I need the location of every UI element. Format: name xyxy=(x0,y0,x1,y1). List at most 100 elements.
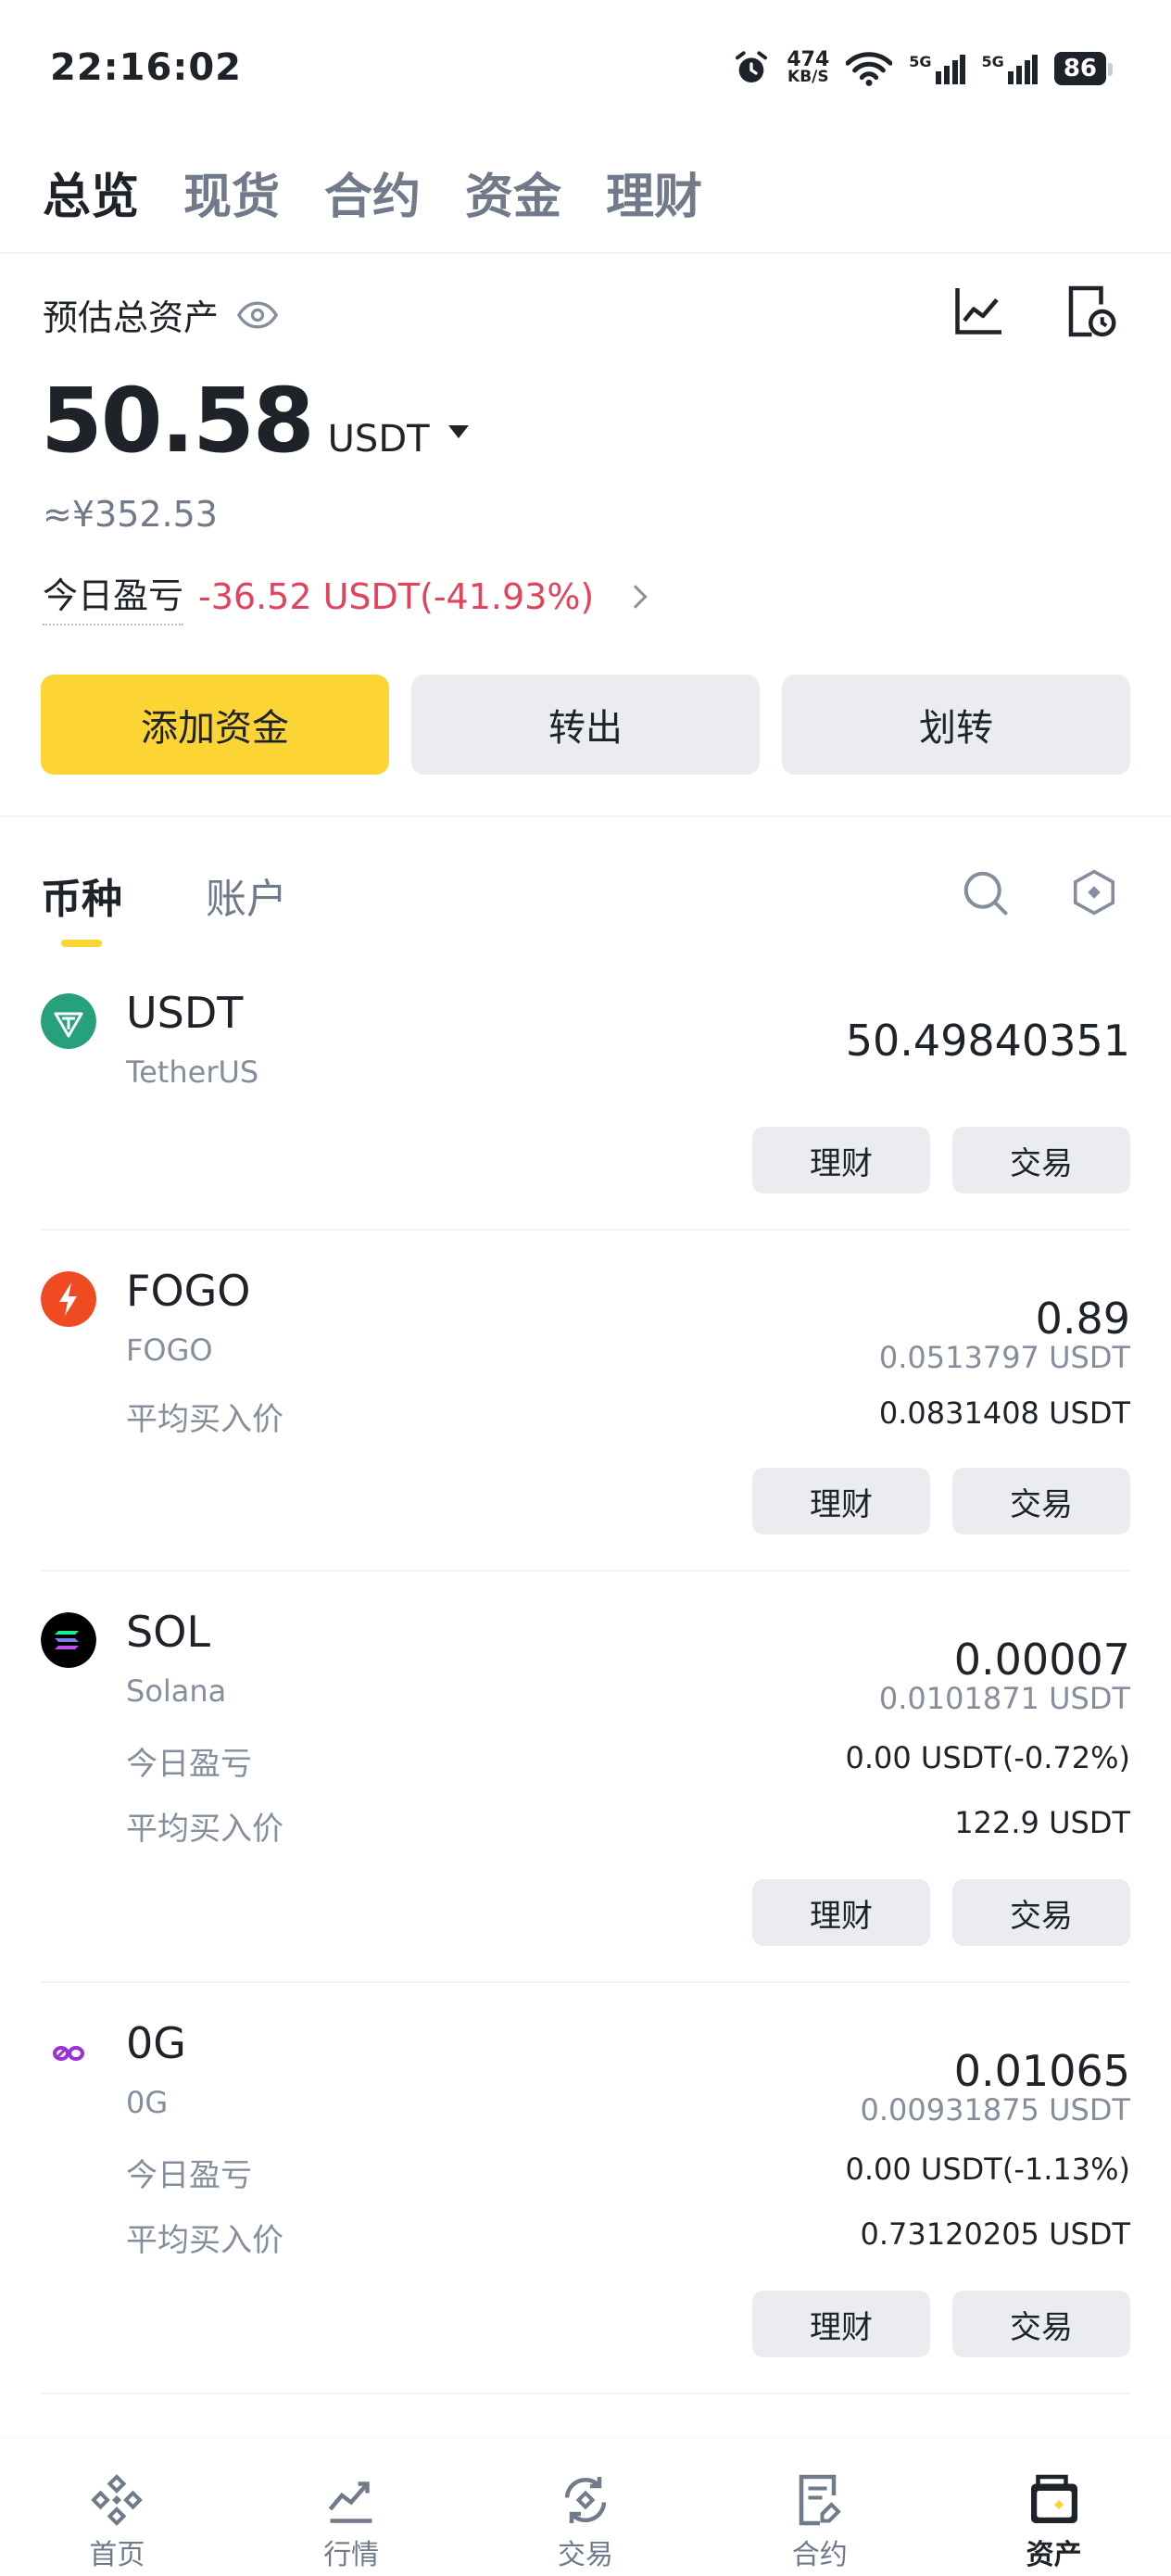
earn-button[interactable]: 理财 xyxy=(752,1127,930,1193)
trade-button[interactable]: 交易 xyxy=(952,1468,1130,1534)
battery-icon: 86 xyxy=(1053,52,1114,85)
cny-equivalent: ≈¥352.53 xyxy=(43,494,218,535)
chart-icon[interactable] xyxy=(951,284,1006,339)
nav-assets[interactable]: 资产 xyxy=(937,2439,1171,2576)
add-funds-button[interactable]: 添加资金 xyxy=(41,675,389,775)
balance-row: 50.58 USDT xyxy=(41,369,469,473)
asset-name: 0G xyxy=(126,2085,169,2120)
today-pnl-label: 今日盈亏 xyxy=(43,567,184,625)
asset-amount: 0.89 xyxy=(1035,1294,1130,1344)
asset-value-usdt: 0.00931875 USDT xyxy=(860,2092,1131,2128)
avg-buy-price-value: 122.9 USDT xyxy=(954,1805,1130,1840)
asset-name: Solana xyxy=(126,1673,227,1709)
asset-actions: 理财 交易 xyxy=(752,2291,1130,2357)
history-icon[interactable] xyxy=(1062,284,1117,339)
avg-buy-price-value: 0.73120205 USDT xyxy=(860,2216,1131,2252)
nav-trade[interactable]: 交易 xyxy=(469,2439,703,2576)
tab-overview[interactable]: 总览 xyxy=(43,158,139,227)
status-bar: 22:16:02 474 KB/S 5G 5G 86 xyxy=(0,0,1171,139)
divider xyxy=(41,1981,1130,1983)
avg-buy-price-label: 平均买入价 xyxy=(126,1401,283,1438)
action-buttons: 添加资金 转出 划转 xyxy=(41,675,1130,775)
fogo-logo-icon xyxy=(41,1271,96,1327)
divider xyxy=(0,815,1171,817)
chevron-right-icon xyxy=(623,584,648,609)
balance-unit[interactable]: USDT xyxy=(328,418,430,461)
avg-buy-price-value: 0.0831408 USDT xyxy=(878,1395,1130,1431)
asset-row-fogo[interactable]: FOGO FOGO 0.89 0.0513797 USDT 平均买入价 0.08… xyxy=(41,1266,1130,1544)
today-pnl-value: -36.52 USDT(-41.93%) xyxy=(198,575,595,617)
earn-button[interactable]: 理财 xyxy=(752,2291,930,2357)
alarm-icon xyxy=(736,51,768,82)
asset-value-usdt: 0.0513797 USDT xyxy=(878,1340,1130,1375)
today-pnl-value: 0.00 USDT(-1.13%) xyxy=(845,2152,1130,2187)
avg-buy-price-label: 平均买入价 xyxy=(126,1811,283,1848)
wifi-icon xyxy=(846,52,893,86)
asset-symbol: 0G xyxy=(126,2018,186,2068)
list-tools xyxy=(960,867,1119,917)
trade-button[interactable]: 交易 xyxy=(952,1879,1130,1946)
asset-value-usdt: 0.0101871 USDT xyxy=(878,1681,1130,1716)
eye-icon[interactable] xyxy=(237,301,279,329)
0g-logo-icon xyxy=(41,2024,96,2079)
search-icon[interactable] xyxy=(960,867,1010,917)
today-pnl-label: 今日盈亏 xyxy=(126,2157,252,2194)
trade-icon xyxy=(564,2477,607,2523)
asset-row-usdt[interactable]: USDT TetherUS 50.49840351 理财 交易 xyxy=(41,988,1130,1210)
earn-button[interactable]: 理财 xyxy=(752,1879,930,1946)
asset-name: FOGO xyxy=(126,1332,213,1368)
trade-button[interactable]: 交易 xyxy=(952,1127,1130,1193)
tab-coins[interactable]: 币种 xyxy=(41,865,122,947)
asset-symbol: FOGO xyxy=(126,1266,251,1316)
earn-button[interactable]: 理财 xyxy=(752,1468,930,1534)
asset-actions: 理财 交易 xyxy=(752,1879,1130,1946)
sub-tabs: 币种 账户 xyxy=(41,865,287,947)
asset-name: TetherUS xyxy=(126,1054,259,1090)
estimated-total-label: 预估总资产 xyxy=(43,289,279,340)
wallet-icon xyxy=(1030,2474,1077,2523)
net-speed: 474 KB/S xyxy=(787,48,830,86)
avg-buy-price-label: 平均买入价 xyxy=(126,2222,283,2259)
tab-accounts[interactable]: 账户 xyxy=(206,865,287,925)
status-icons: 474 KB/S 5G 5G 86 xyxy=(733,44,1114,93)
divider xyxy=(41,2393,1130,2394)
asset-amount: 50.49840351 xyxy=(845,1016,1130,1066)
asset-actions: 理财 交易 xyxy=(752,1468,1130,1534)
usdt-logo-icon xyxy=(41,993,96,1049)
header-actions xyxy=(951,284,1117,339)
asset-row-sol[interactable]: SOL Solana 0.00007 0.0101871 USDT 今日盈亏 0… xyxy=(41,1607,1130,1950)
top-tabs: 总览 现货 合约 资金 理财 xyxy=(43,158,702,227)
trade-button[interactable]: 交易 xyxy=(952,2291,1130,2357)
today-pnl-value: 0.00 USDT(-0.72%) xyxy=(845,1740,1130,1775)
nav-markets[interactable]: 行情 xyxy=(234,2439,469,2576)
signal-icon-2: 5G xyxy=(982,53,1038,84)
tab-spot[interactable]: 现货 xyxy=(183,158,280,227)
nav-futures[interactable]: 合约 xyxy=(702,2439,937,2576)
asset-symbol: SOL xyxy=(126,1607,211,1657)
asset-symbol: USDT xyxy=(126,988,244,1038)
solana-logo-icon xyxy=(41,1612,96,1668)
asset-actions: 理财 交易 xyxy=(752,1127,1130,1193)
bottom-nav: 首页 行情 交易 合约 资产 xyxy=(0,2439,1171,2576)
today-pnl-label: 今日盈亏 xyxy=(126,1746,252,1783)
status-time: 22:16:02 xyxy=(50,46,242,89)
asset-row-0g[interactable]: 0G 0G 0.01065 0.00931875 USDT 今日盈亏 0.00 … xyxy=(41,2018,1130,2370)
tab-funding[interactable]: 资金 xyxy=(465,158,561,227)
home-icon xyxy=(91,2474,144,2526)
withdraw-button[interactable]: 转出 xyxy=(411,675,760,775)
divider xyxy=(41,1570,1130,1572)
tab-earn[interactable]: 理财 xyxy=(606,158,702,227)
tab-futures[interactable]: 合约 xyxy=(324,158,421,227)
transfer-button[interactable]: 划转 xyxy=(782,675,1130,775)
total-balance: 50.58 xyxy=(41,369,315,473)
asset-amount: 0.01065 xyxy=(953,2046,1130,2096)
divider xyxy=(0,252,1171,254)
asset-amount: 0.00007 xyxy=(953,1635,1130,1685)
settings-hexagon-icon[interactable] xyxy=(1069,867,1119,917)
nav-home[interactable]: 首页 xyxy=(0,2439,234,2576)
today-pnl-row[interactable]: 今日盈亏 -36.52 USDT(-41.93%) xyxy=(43,567,648,625)
divider xyxy=(41,1229,1130,1231)
futures-icon xyxy=(799,2474,841,2526)
signal-icon: 5G xyxy=(909,53,965,84)
caret-down-icon[interactable] xyxy=(447,425,469,438)
